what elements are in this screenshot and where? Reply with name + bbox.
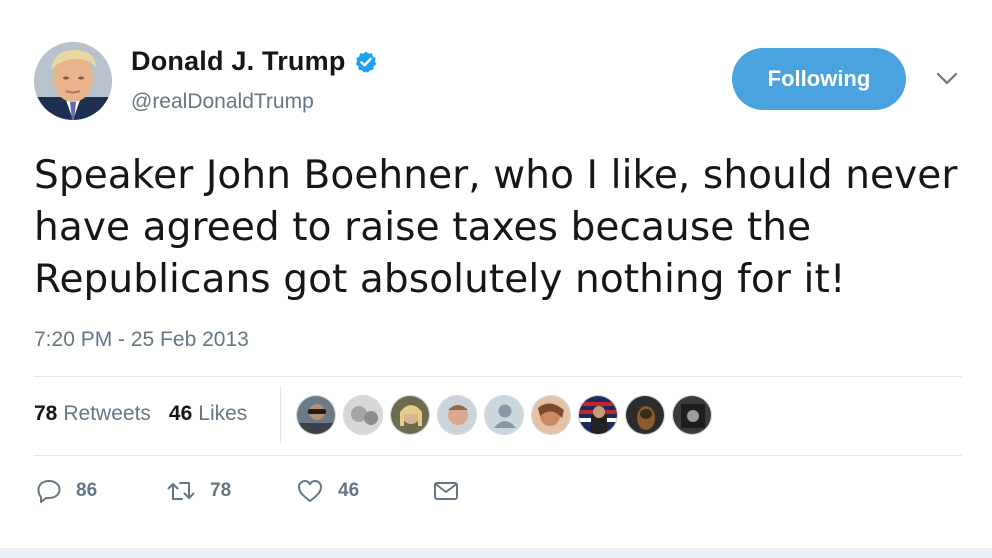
tweet-text: Speaker John Boehner, who I like, should… bbox=[34, 153, 958, 302]
reply-action[interactable]: 86 bbox=[36, 478, 166, 504]
liker-avatar-1[interactable] bbox=[296, 395, 336, 435]
liker-avatar-8[interactable] bbox=[625, 395, 665, 435]
like-count: 46 bbox=[338, 480, 360, 501]
like-icon bbox=[298, 480, 322, 502]
following-button[interactable]: Following bbox=[732, 48, 906, 110]
liked-by-avatars bbox=[296, 395, 719, 435]
verified-badge-icon bbox=[355, 51, 376, 73]
tweet-timestamp[interactable]: 7:20 PM - 25 Feb 2013 bbox=[34, 328, 249, 352]
name-row: Donald J. Trump bbox=[131, 46, 378, 77]
display-name[interactable]: Donald J. Trump bbox=[131, 46, 346, 77]
liker-avatar-9[interactable] bbox=[672, 395, 712, 435]
profile-avatar[interactable] bbox=[34, 42, 112, 120]
reply-icon bbox=[37, 480, 61, 503]
chevron-down-icon[interactable] bbox=[934, 70, 960, 88]
divider-bottom bbox=[34, 455, 962, 456]
liker-avatar-4[interactable] bbox=[437, 395, 477, 435]
divider-top bbox=[34, 376, 962, 377]
user-handle[interactable]: @realDonaldTrump bbox=[131, 90, 314, 114]
liker-avatar-6[interactable] bbox=[531, 395, 571, 435]
liker-avatar-2[interactable] bbox=[343, 395, 383, 435]
like-action[interactable]: 46 bbox=[296, 478, 432, 504]
tweet-actions: 86 78 46 bbox=[36, 478, 460, 504]
tweet-stats: 78 Retweets 46 Likes bbox=[34, 402, 265, 426]
retweet-icon bbox=[167, 482, 195, 500]
reply-count: 86 bbox=[76, 480, 98, 501]
retweet-count: 78 bbox=[210, 480, 232, 501]
liker-avatar-3[interactable] bbox=[390, 395, 430, 435]
tweet-header: Donald J. Trump @realDonaldTrump Followi… bbox=[34, 40, 964, 122]
stats-separator bbox=[280, 386, 281, 444]
likes-label[interactable]: Likes bbox=[198, 402, 247, 426]
message-action[interactable] bbox=[432, 479, 460, 503]
retweets-label[interactable]: Retweets bbox=[63, 402, 151, 426]
message-icon bbox=[434, 482, 458, 500]
liker-avatar-default[interactable] bbox=[484, 395, 524, 435]
bottom-border bbox=[0, 548, 992, 558]
liker-avatar-7[interactable] bbox=[578, 395, 618, 435]
likes-count[interactable]: 46 bbox=[169, 402, 192, 426]
retweets-count[interactable]: 78 bbox=[34, 402, 57, 426]
retweet-action[interactable]: 78 bbox=[166, 479, 296, 503]
